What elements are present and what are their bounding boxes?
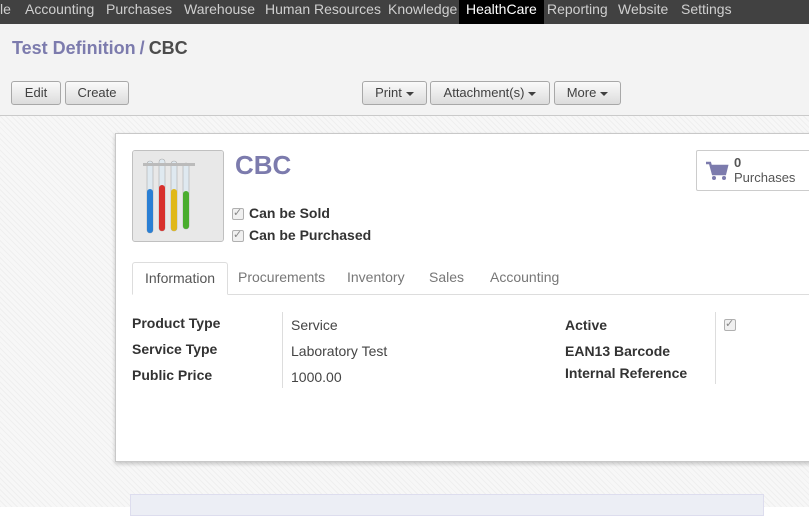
field-divider xyxy=(282,312,283,388)
service-type-value[interactable]: Laboratory Test xyxy=(291,343,387,359)
tab-sales[interactable]: Sales xyxy=(429,262,464,293)
attachments-button-label: Attachment(s) xyxy=(443,85,525,100)
form-view-background: CBC Can be Sold Can be Purchased 0 Purch… xyxy=(0,116,809,516)
purchases-label: Purchases xyxy=(734,170,796,185)
create-button[interactable]: Create xyxy=(65,81,129,105)
chatter-composer[interactable] xyxy=(130,494,764,516)
purchases-stat-button[interactable]: 0 Purchases xyxy=(696,150,809,191)
edit-button[interactable]: Edit xyxy=(11,81,61,105)
field-divider xyxy=(715,312,716,384)
menu-item-website[interactable]: Website xyxy=(618,0,668,24)
menu-item-reporting[interactable]: Reporting xyxy=(547,0,608,24)
top-menu-bar: le Accounting Purchases Warehouse Human … xyxy=(0,0,809,25)
purchases-count: 0 xyxy=(734,155,742,170)
control-panel: Test Definition / CBC Edit Create Print At… xyxy=(0,24,809,116)
product-name: CBC xyxy=(235,150,292,180)
print-dropdown-button[interactable]: Print xyxy=(362,81,427,105)
can-be-sold-checkbox[interactable] xyxy=(232,206,244,220)
shopping-cart-icon xyxy=(706,161,729,180)
form-sheet: CBC Can be Sold Can be Purchased 0 Purch… xyxy=(115,133,809,462)
product-image[interactable] xyxy=(132,150,224,242)
menu-item-warehouse[interactable]: Warehouse xyxy=(184,0,255,24)
can-be-purchased-checkbox[interactable] xyxy=(232,228,244,242)
create-button-label: Create xyxy=(77,85,117,100)
can-be-purchased-label: Can be Purchased xyxy=(249,227,372,243)
more-dropdown-button[interactable]: More xyxy=(554,81,621,105)
chevron-down-icon xyxy=(405,91,414,96)
chevron-down-icon xyxy=(600,91,609,96)
notebook-tabs: Information Procurements Inventory Sales… xyxy=(132,262,809,295)
breadcrumb: Test Definition / CBC xyxy=(12,38,188,59)
menu-item-healthcare[interactable]: HealthCare xyxy=(459,0,544,24)
product-type-value[interactable]: Service xyxy=(291,317,338,333)
chevron-down-icon xyxy=(528,91,537,96)
active-label: Active xyxy=(565,317,608,333)
tab-accounting[interactable]: Accounting xyxy=(490,262,559,293)
menu-item-accounting[interactable]: Accounting xyxy=(25,0,94,24)
menu-item-sale[interactable]: le xyxy=(0,0,11,24)
public-price-value[interactable]: 1000.00 xyxy=(291,369,342,385)
tab-inventory[interactable]: Inventory xyxy=(347,262,405,293)
menu-item-purchases[interactable]: Purchases xyxy=(106,0,172,24)
attachments-dropdown-button[interactable]: Attachment(s) xyxy=(430,81,550,105)
ean13-barcode-label: EAN13 Barcode xyxy=(565,343,671,359)
test-tubes-icon xyxy=(133,151,223,241)
menu-item-settings[interactable]: Settings xyxy=(681,0,732,24)
internal-reference-label: Internal Reference xyxy=(565,365,688,381)
tab-procurements[interactable]: Procurements xyxy=(238,262,325,293)
tab-information[interactable]: Information xyxy=(132,262,229,295)
can-be-sold-label: Can be Sold xyxy=(249,205,330,221)
menu-item-human-resources[interactable]: Human Resources xyxy=(265,0,381,24)
active-checkbox[interactable] xyxy=(724,317,736,331)
public-price-label: Public Price xyxy=(132,367,213,383)
breadcrumb-parent-link[interactable]: Test Definition xyxy=(12,38,136,58)
breadcrumb-separator: / xyxy=(139,38,145,58)
breadcrumb-current: CBC xyxy=(148,38,188,58)
menu-item-knowledge[interactable]: Knowledge xyxy=(388,0,457,24)
product-type-label: Product Type xyxy=(132,315,221,331)
print-button-label: Print xyxy=(375,85,402,100)
service-type-label: Service Type xyxy=(132,341,218,357)
edit-button-label: Edit xyxy=(24,85,48,100)
more-button-label: More xyxy=(566,85,597,100)
